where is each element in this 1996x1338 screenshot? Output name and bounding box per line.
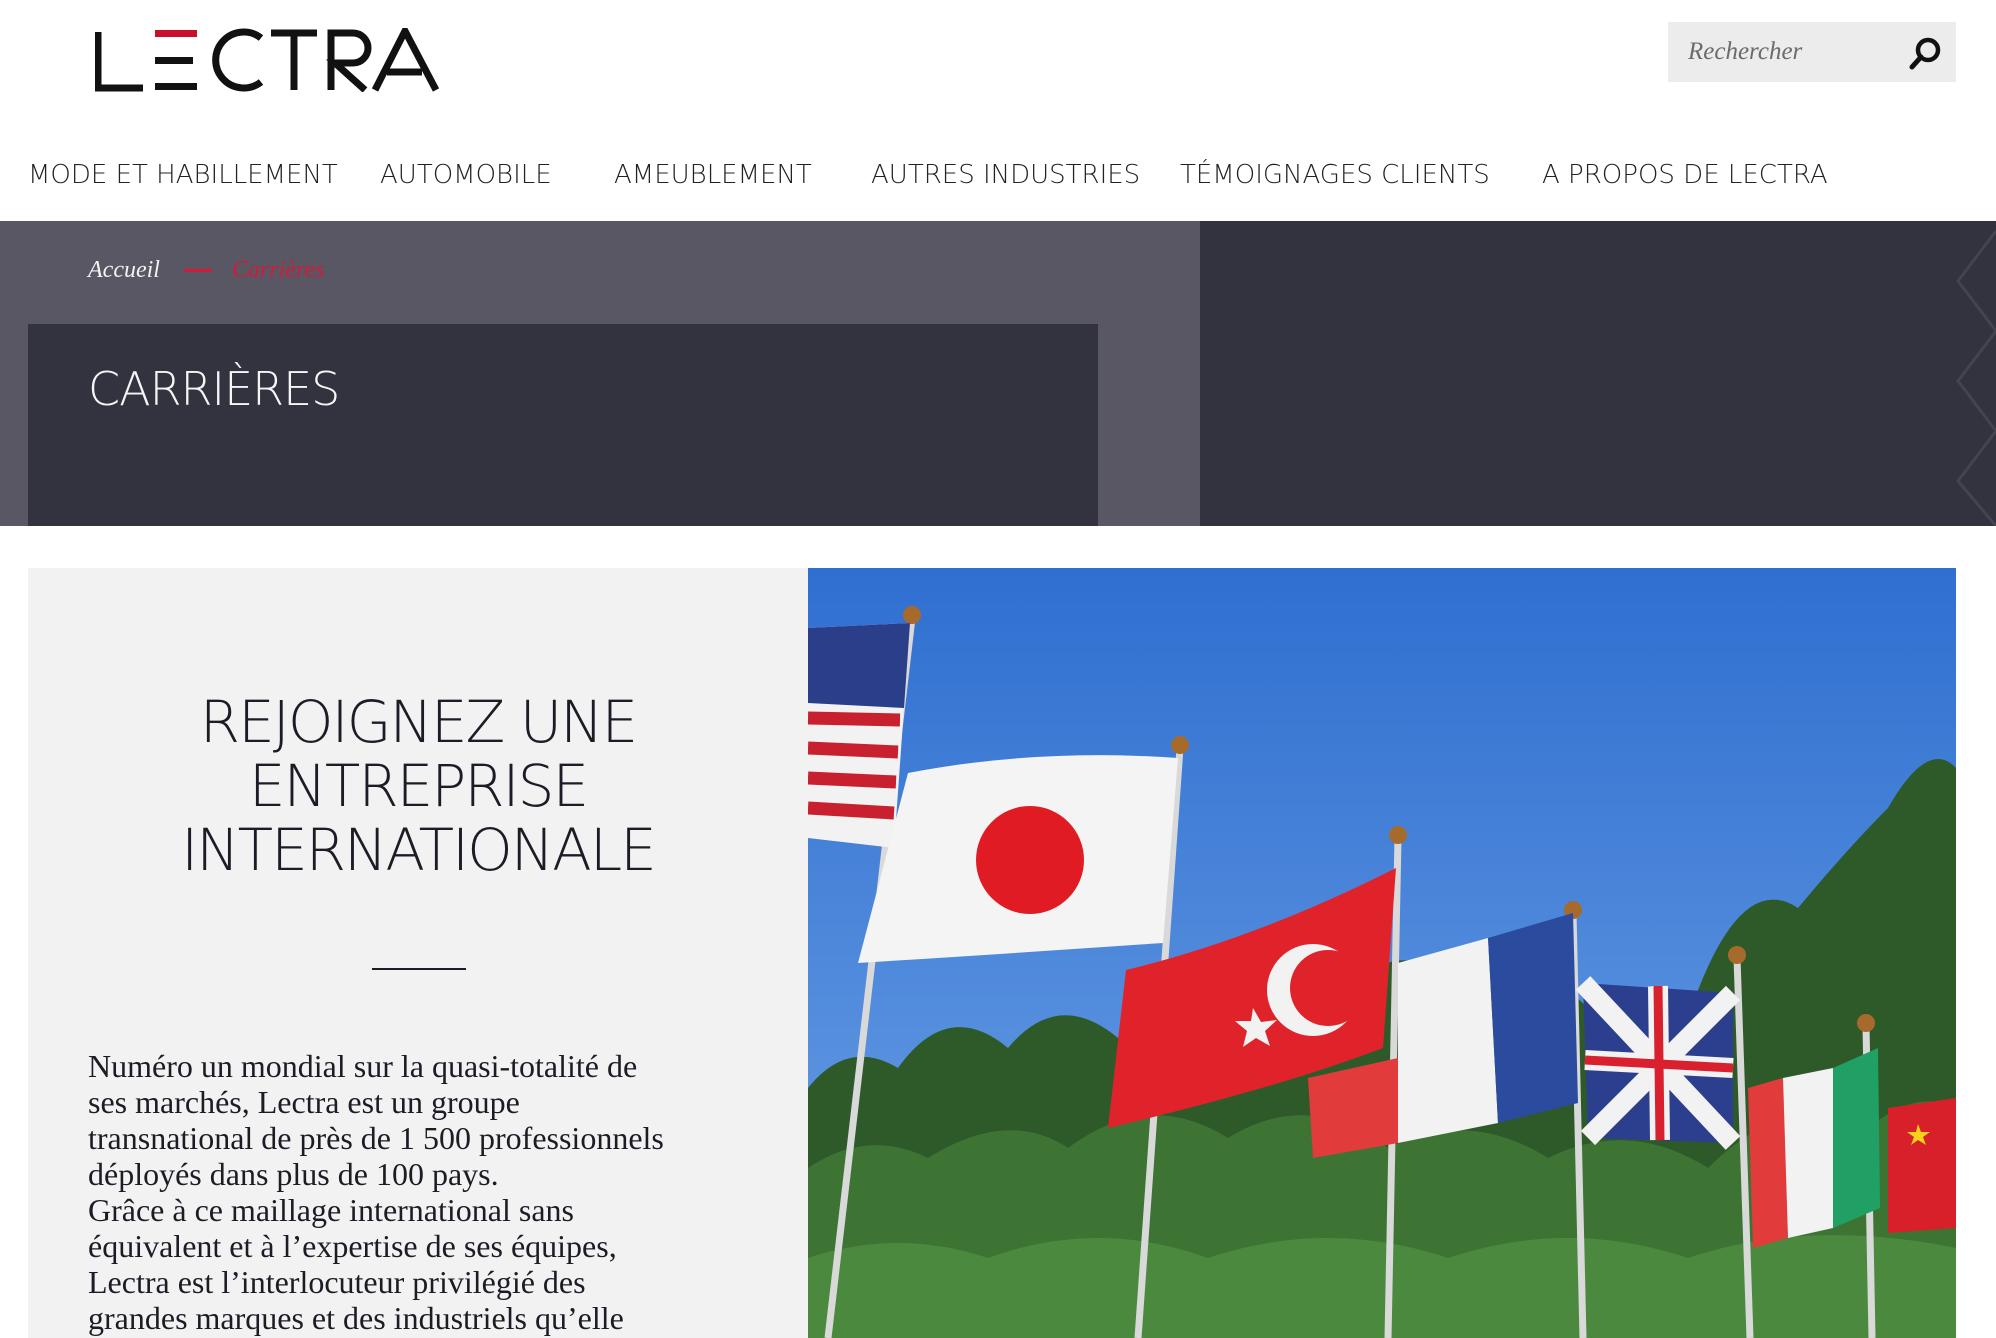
breadcrumb: Accueil Carrières bbox=[88, 257, 324, 284]
nav-item-ameublement[interactable]: AMEUBLEMENT bbox=[614, 160, 812, 190]
search-box bbox=[1668, 21, 1956, 83]
nav-item-automobile[interactable]: AUTOMOBILE bbox=[380, 160, 552, 190]
body-line: équivalent et à l’expertise de ses équip… bbox=[88, 1228, 617, 1264]
lectra-logo-mark bbox=[95, 28, 440, 92]
section-heading: REJOIGNEZ UNE ENTREPRISE INTERNATIONALE bbox=[181, 688, 657, 884]
page-title-box: CARRIÈRES bbox=[28, 324, 1098, 526]
flags-photo bbox=[808, 568, 1956, 1338]
section-body: Numéro un mondial sur la quasi-totalité … bbox=[88, 1048, 748, 1336]
breadcrumb-current: Carrières bbox=[231, 257, 325, 283]
body-line: Lectra est l’interlocuteur privilégié de… bbox=[88, 1264, 586, 1300]
flags-illustration bbox=[808, 568, 1956, 1338]
body-line: ses marchés, Lectra est un groupe bbox=[88, 1084, 520, 1120]
search-icon[interactable] bbox=[1908, 35, 1944, 71]
nav-item-a-propos-de-lectra[interactable]: A PROPOS DE LECTRA bbox=[1542, 160, 1828, 190]
body-line: grandes marques et des industriels qu’el… bbox=[88, 1300, 624, 1336]
lectra-logo[interactable] bbox=[95, 20, 440, 100]
body-line: transnational de près de 1 500 professio… bbox=[88, 1120, 664, 1156]
breadcrumb-separator bbox=[183, 269, 212, 272]
main-nav: MODE ET HABILLEMENT AUTOMOBILE AMEUBLEME… bbox=[0, 160, 1996, 220]
nav-item-temoignages-clients[interactable]: TÉMOIGNAGES CLIENTS bbox=[1180, 160, 1490, 190]
hero-banner: Accueil Carrières CARRIÈRES bbox=[0, 221, 1996, 526]
hero-pattern bbox=[1956, 230, 1996, 526]
search-input[interactable] bbox=[1668, 21, 1900, 83]
body-line: Numéro un mondial sur la quasi-totalité … bbox=[88, 1048, 638, 1084]
breadcrumb-home[interactable]: Accueil bbox=[88, 257, 160, 284]
nav-item-autres-industries[interactable]: AUTRES INDUSTRIES bbox=[871, 160, 1140, 190]
nav-item-mode-et-habillement[interactable]: MODE ET HABILLEMENT bbox=[28, 160, 338, 190]
body-line: Grâce à ce maillage international sans bbox=[88, 1192, 574, 1228]
page-title: CARRIÈRES bbox=[88, 362, 340, 416]
heading-divider bbox=[372, 968, 466, 970]
body-line: déployés dans plus de 100 pays. bbox=[88, 1156, 499, 1192]
intro-panel: REJOIGNEZ UNE ENTREPRISE INTERNATIONALE … bbox=[28, 568, 808, 1338]
